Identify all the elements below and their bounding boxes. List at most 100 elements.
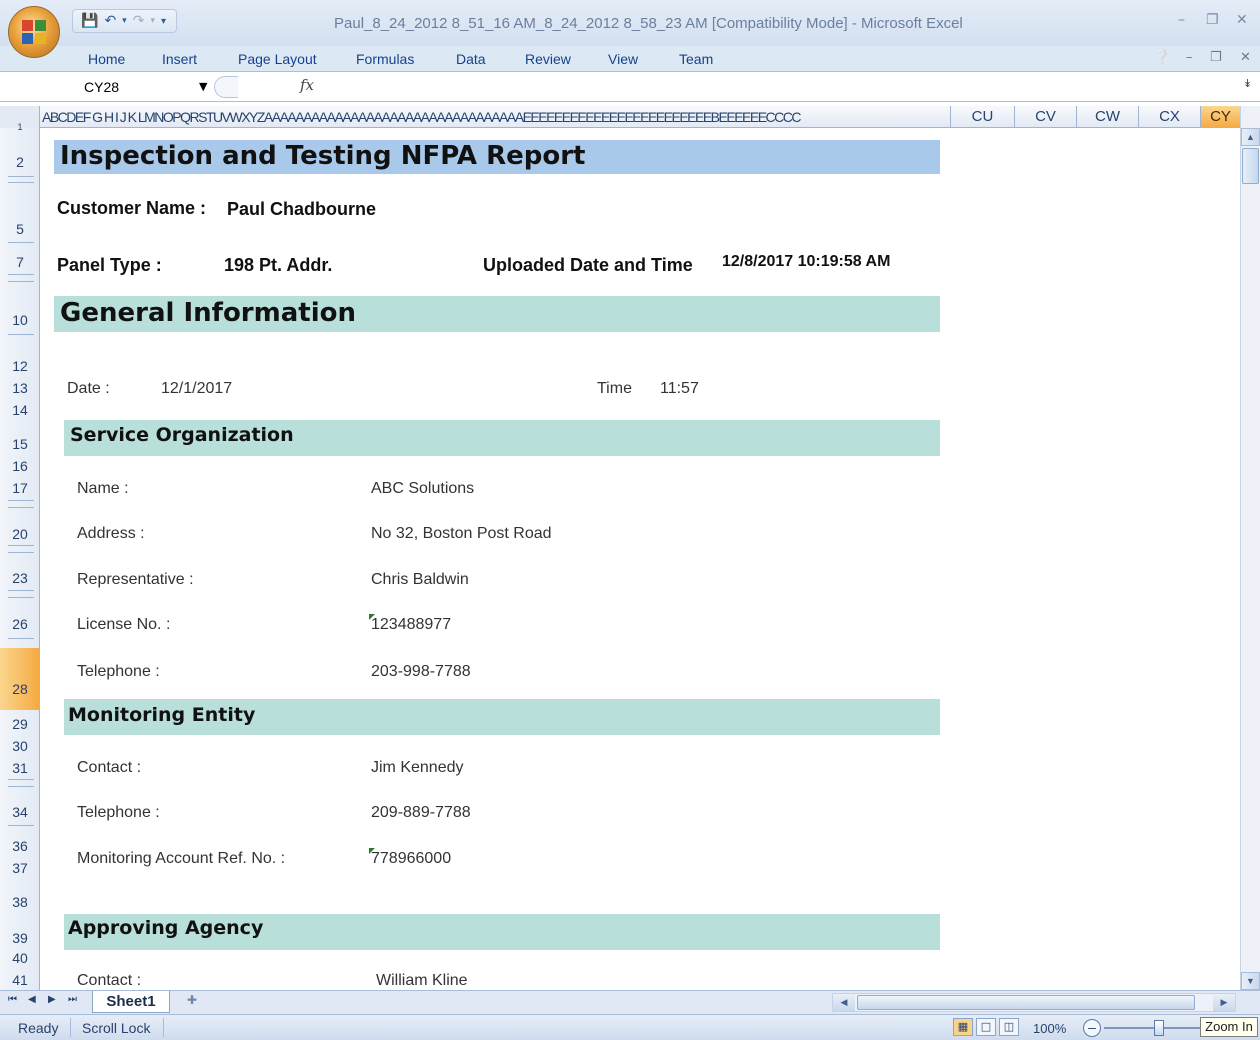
collapsed-rows-32-33[interactable] [8,779,34,780]
column-header-cu[interactable]: CU [950,106,1014,128]
row-header-2[interactable]: 2 [0,154,40,170]
page-layout-view-icon[interactable]: □ [976,1018,996,1036]
collapsed-row-27[interactable] [8,638,34,639]
collapsed-rows-18-19[interactable] [8,500,34,501]
tab-page-layout[interactable]: Page Layout [238,51,317,67]
column-header-cv[interactable]: CV [1014,106,1076,128]
minimize-icon[interactable]: – [1178,12,1185,28]
zoom-slider-thumb[interactable] [1154,1020,1164,1036]
customize-qat-icon[interactable]: ▾ [161,16,166,27]
scroll-up-icon[interactable]: ▲ [1241,128,1260,146]
prev-sheet-icon[interactable]: ◀ [28,994,36,1005]
tab-insert[interactable]: Insert [162,51,197,67]
insert-sheet-icon[interactable]: ✚ [172,993,212,1011]
collapsed-rows-24-25-b[interactable] [8,597,34,598]
tab-data[interactable]: Data [456,51,486,67]
row-header-14[interactable]: 14 [0,402,40,418]
row-header-20[interactable]: 20 [0,526,40,542]
normal-view-icon[interactable]: ▦ [953,1018,973,1036]
tab-formulas[interactable]: Formulas [356,51,414,67]
office-button[interactable] [8,6,60,58]
row-header-1[interactable]: 1 [0,122,40,132]
zoom-level[interactable]: 100% [1033,1021,1066,1036]
formula-input[interactable] [326,76,1240,98]
next-sheet-icon[interactable]: ▶ [48,994,56,1005]
collapsed-row-35[interactable] [8,825,34,826]
row-header-23[interactable]: 23 [0,570,40,586]
redo-dropdown-icon[interactable]: ▾ [150,16,155,26]
page-break-view-icon[interactable]: ◫ [999,1018,1019,1036]
row-header-15[interactable]: 15 [0,436,40,452]
tab-home[interactable]: Home [88,51,125,67]
chevron-down-icon[interactable]: ▼ [199,80,207,93]
row-header-5[interactable]: 5 [0,221,40,237]
collapsed-rows-8-9-b[interactable] [8,281,34,282]
row-header-28[interactable]: 28 [0,681,40,697]
name-box[interactable]: CY28 ▼ [38,76,224,98]
row-header-12[interactable]: 12 [0,358,40,374]
redo-icon[interactable]: ↷ [133,13,145,29]
collapsed-rows-24-25[interactable] [8,590,34,591]
formula-bar: CY28 ▼ fx ↡ [0,72,1260,102]
last-sheet-icon[interactable]: ⏭ [68,994,77,1005]
save-icon[interactable]: 💾 [81,13,98,29]
vertical-scrollbar[interactable]: ▲ ▼ [1240,106,1260,990]
restore-icon[interactable]: ❐ [1206,12,1219,28]
row-header-26[interactable]: 26 [0,616,40,632]
zoom-out-icon[interactable]: – [1083,1019,1101,1037]
tab-team[interactable]: Team [679,51,713,67]
tab-view[interactable]: View [608,51,638,67]
row-header-37[interactable]: 37 [0,860,40,876]
scroll-left-icon[interactable]: ◀ [833,994,855,1011]
close-icon[interactable]: ✕ [1236,12,1248,28]
row-header-34[interactable]: 34 [0,804,40,820]
column-header-cx[interactable]: CX [1138,106,1200,128]
date-value: 12/1/2017 [161,380,233,397]
scroll-down-icon[interactable]: ▼ [1241,972,1260,990]
row-header-16[interactable]: 16 [0,458,40,474]
sheet-tab-sheet1[interactable]: Sheet1 [92,991,170,1013]
horizontal-scrollbar[interactable]: ◀ ▶ [832,993,1236,1012]
collapsed-row-6[interactable] [8,242,34,243]
collapsed-rows-21-22[interactable] [8,545,34,546]
row-header-7[interactable]: 7 [0,254,40,270]
tab-review[interactable]: Review [525,51,571,67]
row-header-39[interactable]: 39 [0,930,40,946]
close-workbook-icon[interactable]: ✕ [1240,50,1251,65]
undo-dropdown-icon[interactable]: ▾ [122,16,127,26]
collapsed-row-11[interactable] [8,334,34,335]
row-header-36[interactable]: 36 [0,838,40,854]
monitoring-contact-value: Jim Kennedy [371,759,464,776]
row-header-13[interactable]: 13 [0,380,40,396]
collapsed-rows-3-4-b[interactable] [8,182,34,183]
collapsed-rows-18-19-b[interactable] [8,507,34,508]
horizontal-scroll-thumb[interactable] [857,995,1195,1010]
worksheet-grid[interactable]: Inspection and Testing NFPA Report Custo… [40,128,1240,990]
collapsed-rows-32-33-b[interactable] [8,786,34,787]
collapsed-column-headers[interactable]: ABCDEF G H I J K LMNOPQRSTUVWXYZAAAAAAAA… [42,109,940,125]
scroll-right-icon[interactable]: ▶ [1213,994,1235,1011]
column-header-cy[interactable]: CY [1200,106,1240,128]
collapsed-rows-3-4[interactable] [8,176,34,177]
row-header-31[interactable]: 31 [0,760,40,776]
row-header-10[interactable]: 10 [0,312,40,328]
restore-workbook-icon[interactable]: ❐ [1210,50,1222,65]
minimize-workbook-icon[interactable]: – [1186,50,1193,65]
undo-icon[interactable]: ↶ [104,13,116,29]
row-header-41[interactable]: 41 [0,972,40,988]
row-header-30[interactable]: 30 [0,738,40,754]
collapsed-rows-21-22-b[interactable] [8,552,34,553]
insert-function-button[interactable]: fx [300,76,314,94]
collapsed-rows-8-9[interactable] [8,274,34,275]
first-sheet-icon[interactable]: ⏮ [8,994,17,1005]
vertical-scroll-thumb[interactable] [1242,148,1259,184]
formula-bar-button[interactable] [214,76,238,98]
row-header-38[interactable]: 38 [0,894,40,910]
column-header-cw[interactable]: CW [1076,106,1138,128]
row-header-40[interactable]: 40 [0,950,40,966]
help-icon[interactable]: ❔ [1154,50,1170,65]
row-header-17[interactable]: 17 [0,480,40,496]
expand-formula-bar-icon[interactable]: ↡ [1243,77,1252,90]
row-header-29[interactable]: 29 [0,716,40,732]
zoom-slider-track[interactable] [1104,1027,1202,1029]
